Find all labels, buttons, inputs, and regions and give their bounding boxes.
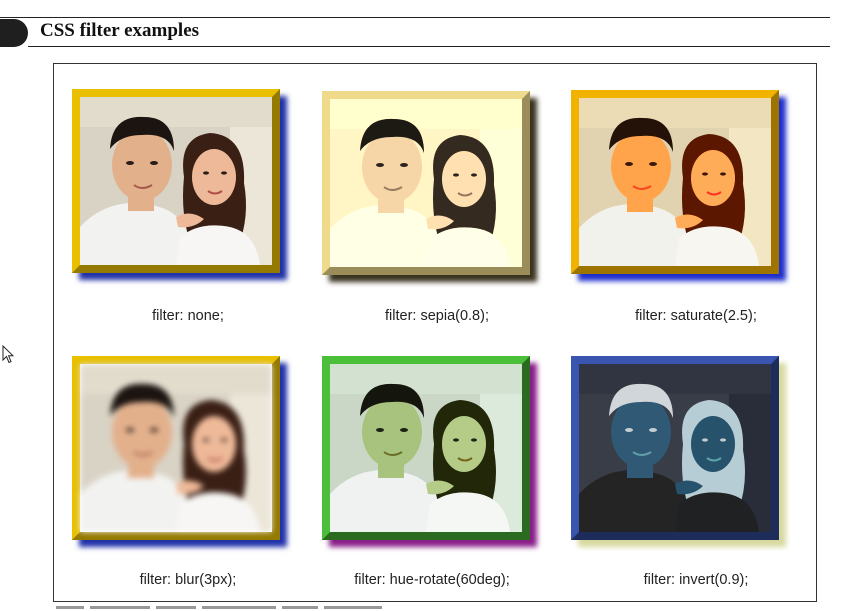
section-title: CSS filter examples: [40, 20, 200, 41]
mouse-pointer-icon: [2, 344, 15, 370]
couple-photo: [579, 98, 771, 266]
couple-photo: [579, 364, 771, 532]
top-rule: [0, 17, 830, 18]
filtered-photo-frame: [571, 356, 779, 540]
filter-caption: filter: saturate(2.5);: [635, 308, 757, 324]
filtered-photo-frame: [322, 356, 530, 540]
filter-caption: filter: blur(3px);: [139, 572, 237, 588]
filter-caption: filter: hue-rotate(60deg);: [354, 572, 510, 588]
filter-caption: filter: invert(0.9);: [643, 572, 749, 588]
filter-caption: filter: sepia(0.8);: [385, 308, 489, 324]
section-tab-marker: [0, 19, 28, 47]
couple-photo: [330, 99, 522, 267]
couple-photo: [80, 364, 272, 532]
filtered-photo-frame: [322, 91, 530, 275]
filtered-photo-frame: [571, 90, 779, 274]
filtered-photo-frame: [72, 89, 280, 273]
filter-caption: filter: none;: [152, 308, 224, 324]
couple-photo: [80, 97, 272, 265]
filtered-photo-frame: [72, 356, 280, 540]
title-rule: [28, 46, 830, 47]
cut-off-caption-line: [56, 604, 436, 610]
couple-photo: [330, 364, 522, 532]
